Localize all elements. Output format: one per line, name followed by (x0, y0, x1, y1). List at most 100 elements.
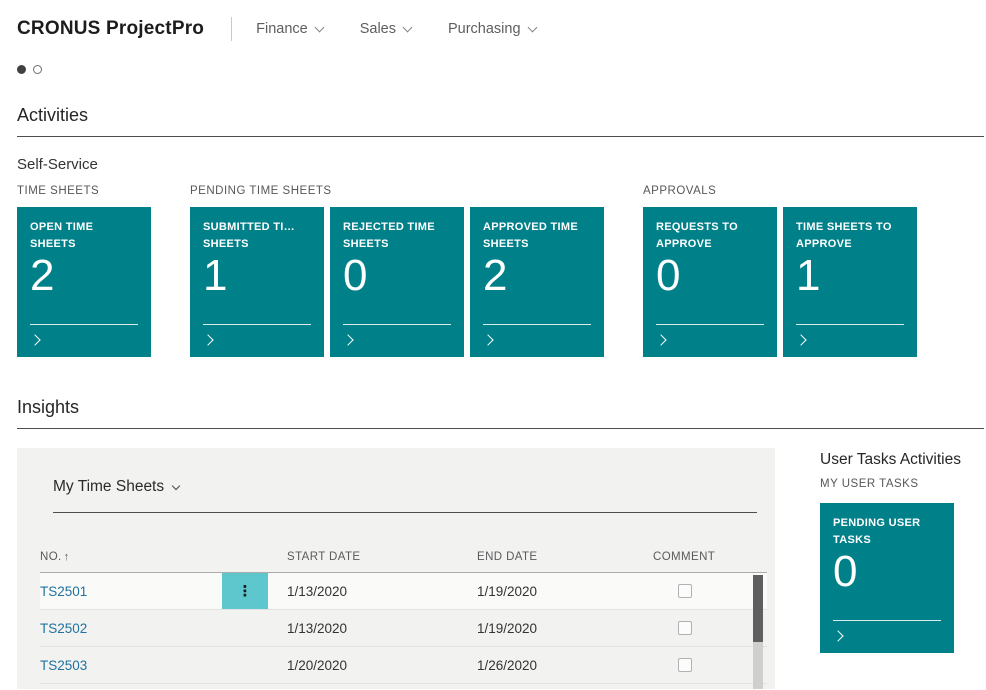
tile-time-sheets-to-approve[interactable]: TIME SHEETS TO APPROVE 1 (783, 207, 917, 357)
chevron-right-icon (29, 334, 40, 345)
column-header-end-date[interactable]: END DATE (477, 551, 653, 563)
insights-body: My Time Sheets NO. ↑ START DATE END DATE… (0, 429, 986, 689)
carousel-dots (0, 44, 986, 74)
tile-title: PENDING USER TASKS (833, 515, 941, 548)
group-pending-time-sheets: PENDING TIME SHEETS SUBMITTED TI… SHEETS… (190, 185, 604, 357)
column-header-no[interactable]: NO. ↑ (40, 551, 268, 563)
column-header-no-label: NO. (40, 551, 62, 563)
carousel-dot-1[interactable] (17, 65, 26, 74)
my-user-tasks-label: MY USER TASKS (820, 478, 961, 490)
group-label: PENDING TIME SHEETS (190, 185, 604, 197)
app-header: CRONUS ProjectPro Finance Sales Purchasi… (0, 0, 986, 44)
tile-title: SUBMITTED TI… SHEETS (203, 219, 311, 252)
chevron-right-icon (655, 334, 666, 345)
tile-title: REJECTED TIME SHEETS (343, 219, 451, 252)
column-header-start-date[interactable]: START DATE (268, 551, 477, 563)
row-options-cell (222, 647, 268, 683)
end-date-cell: 1/19/2020 (477, 573, 653, 609)
scrollbar-thumb[interactable] (753, 575, 763, 642)
tile-approved-time-sheets[interactable]: APPROVED TIME SHEETS 2 (470, 207, 604, 357)
timesheet-link[interactable]: TS2501 (40, 584, 87, 599)
group-label: TIME SHEETS (17, 185, 151, 197)
tile-divider (483, 324, 591, 325)
comment-checkbox[interactable] (678, 584, 692, 598)
timesheet-link[interactable]: TS2503 (40, 658, 87, 673)
row-options-button[interactable]: ⋮ (222, 573, 268, 609)
comment-checkbox[interactable] (678, 658, 692, 672)
chevron-down-icon (172, 482, 180, 490)
group-label: APPROVALS (643, 185, 917, 197)
cue-groups: TIME SHEETS OPEN TIME SHEETS 2 PENDING T… (0, 173, 986, 357)
table-row[interactable]: TS2502 1/13/2020 1/19/2020 (40, 610, 767, 647)
tile-divider (656, 324, 764, 325)
tile-title: OPEN TIME SHEETS (30, 219, 138, 252)
tile-value: 0 (343, 253, 451, 299)
carousel-dot-2[interactable] (33, 65, 42, 74)
insights-heading: Insights (0, 357, 986, 418)
activities-heading: Activities (0, 74, 986, 126)
nav-purchasing[interactable]: Purchasing (448, 21, 536, 37)
vertical-scrollbar[interactable] (753, 575, 763, 689)
tile-requests-to-approve[interactable]: REQUESTS TO APPROVE 0 (643, 207, 777, 357)
row-options-cell: ⋮ (222, 573, 268, 609)
chevron-right-icon (832, 630, 843, 641)
tile-value: 1 (796, 253, 904, 299)
chevron-down-icon (403, 22, 413, 32)
tile-value: 2 (30, 253, 138, 299)
tile-divider (833, 620, 941, 621)
timesheet-link[interactable]: TS2502 (40, 621, 87, 636)
nav-sales-label: Sales (360, 21, 396, 37)
chevron-right-icon (342, 334, 353, 345)
no-cell: TS2502 (40, 610, 222, 646)
group-approvals: APPROVALS REQUESTS TO APPROVE 0 TIME SHE… (643, 185, 917, 357)
user-tasks-heading: User Tasks Activities (820, 451, 961, 469)
table-row[interactable]: TS2503 1/20/2020 1/26/2020 (40, 647, 767, 684)
tile-pending-user-tasks[interactable]: PENDING USER TASKS 0 (820, 503, 954, 653)
row-options-cell (222, 610, 268, 646)
end-date-cell: 1/26/2020 (477, 647, 653, 683)
nav-purchasing-label: Purchasing (448, 21, 521, 37)
chevron-right-icon (795, 334, 806, 345)
tile-title: REQUESTS TO APPROVE (656, 219, 764, 252)
tile-title: APPROVED TIME SHEETS (483, 219, 591, 252)
company-title: CRONUS ProjectPro (17, 18, 204, 40)
tile-open-time-sheets[interactable]: OPEN TIME SHEETS 2 (17, 207, 151, 357)
nav-finance[interactable]: Finance (256, 21, 323, 37)
table-row[interactable]: TS2501 ⋮ 1/13/2020 1/19/2020 (40, 573, 767, 610)
comment-cell (653, 573, 717, 609)
chevron-down-icon (527, 22, 537, 32)
chevron-right-icon (482, 334, 493, 345)
tile-value: 0 (833, 549, 941, 595)
end-date-cell: 1/19/2020 (477, 610, 653, 646)
start-date-cell: 1/13/2020 (268, 610, 477, 646)
table-header: NO. ↑ START DATE END DATE COMMENT (40, 551, 767, 573)
tile-divider (796, 324, 904, 325)
tile-value: 1 (203, 253, 311, 299)
no-cell: TS2503 (40, 647, 222, 683)
nav-sales[interactable]: Sales (360, 21, 411, 37)
tile-divider (30, 324, 138, 325)
tile-divider (343, 324, 451, 325)
start-date-cell: 1/13/2020 (268, 573, 477, 609)
my-time-sheets-panel: My Time Sheets NO. ↑ START DATE END DATE… (17, 448, 775, 689)
tile-divider (203, 324, 311, 325)
comment-cell (653, 610, 717, 646)
tile-value: 0 (656, 253, 764, 299)
list-title-divider (53, 512, 757, 513)
chevron-right-icon (202, 334, 213, 345)
chevron-down-icon (314, 22, 324, 32)
tile-rejected-time-sheets[interactable]: REJECTED TIME SHEETS 0 (330, 207, 464, 357)
tile-submitted-time-sheets[interactable]: SUBMITTED TI… SHEETS 1 (190, 207, 324, 357)
list-title-label: My Time Sheets (53, 478, 164, 496)
user-tasks-column: User Tasks Activities MY USER TASKS PEND… (820, 448, 961, 653)
group-time-sheets: TIME SHEETS OPEN TIME SHEETS 2 (17, 185, 151, 357)
comment-checkbox[interactable] (678, 621, 692, 635)
start-date-cell: 1/20/2020 (268, 647, 477, 683)
top-navigation: Finance Sales Purchasing (256, 21, 535, 37)
list-title-dropdown[interactable]: My Time Sheets (53, 478, 179, 496)
sort-ascending-icon: ↑ (64, 551, 70, 563)
tile-value: 2 (483, 253, 591, 299)
nav-finance-label: Finance (256, 21, 308, 37)
no-cell: TS2501 (40, 573, 222, 609)
column-header-comment[interactable]: COMMENT (653, 551, 717, 563)
